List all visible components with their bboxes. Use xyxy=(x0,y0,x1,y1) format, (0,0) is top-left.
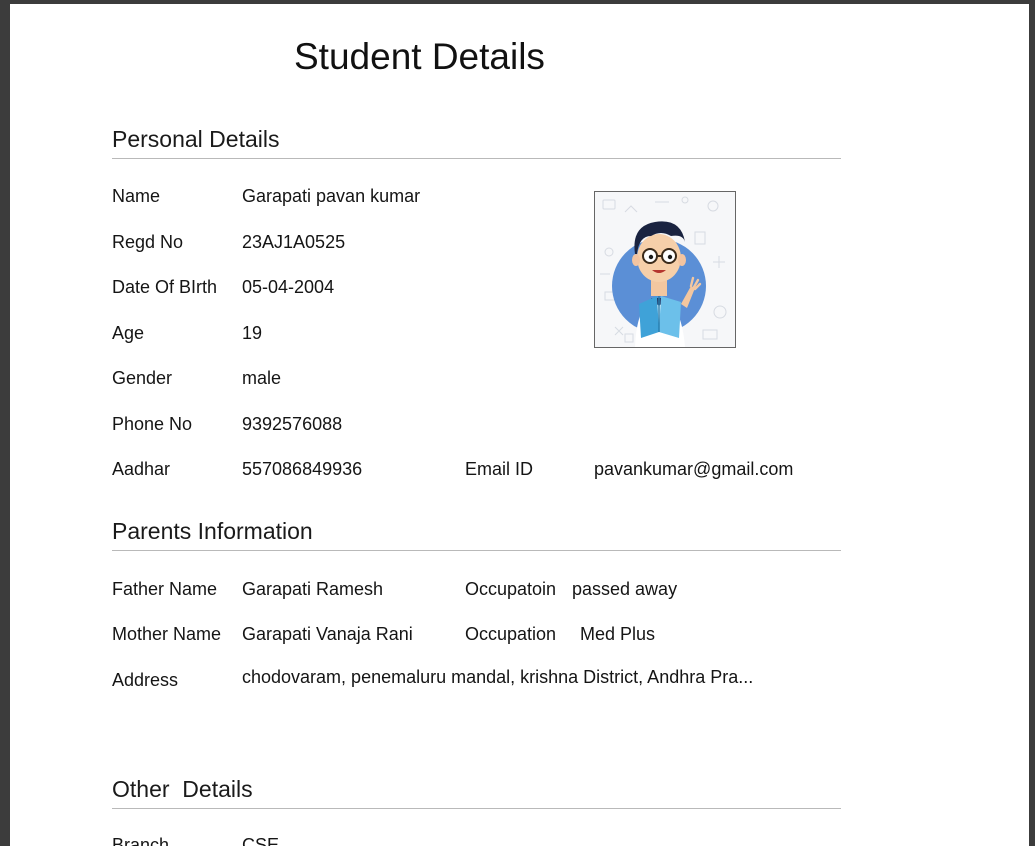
name-label: Name xyxy=(112,186,161,206)
mother-occupation-value: Med Plus xyxy=(580,624,656,644)
gender-value: male xyxy=(242,368,282,388)
father-name-value: Garapati Ramesh xyxy=(242,579,384,599)
dob-label: Date Of BIrth xyxy=(112,277,218,297)
aadhar-value: 557086849936 xyxy=(242,459,363,479)
mother-occupation-label: Occupation xyxy=(465,624,557,644)
parents-information-divider xyxy=(112,550,841,551)
aadhar-label: Aadhar xyxy=(112,459,171,479)
other-details-heading: Other Details xyxy=(112,776,253,802)
student-photo xyxy=(594,191,736,348)
phone-label: Phone No xyxy=(112,414,193,434)
regd-no-label: Regd No xyxy=(112,232,184,252)
father-occupation-label: Occupatoin xyxy=(465,579,557,599)
branch-label: Branch xyxy=(112,835,170,846)
viewer-left-margin xyxy=(0,0,10,846)
name-value: Garapati pavan kumar xyxy=(242,186,421,206)
gender-label: Gender xyxy=(112,368,173,388)
age-value: 19 xyxy=(242,323,263,343)
pdf-viewer-frame: Student Details Personal Details Name Ga… xyxy=(0,0,1035,846)
email-label: Email ID xyxy=(465,459,534,479)
dob-value: 05-04-2004 xyxy=(242,277,335,297)
phone-value: 9392576088 xyxy=(242,414,343,434)
parents-information-heading: Parents Information xyxy=(112,518,313,544)
page-title: Student Details xyxy=(294,36,545,77)
father-name-label: Father Name xyxy=(112,579,218,599)
father-occupation-value: passed away xyxy=(572,579,678,599)
other-details-divider xyxy=(112,808,841,809)
regd-no-value: 23AJ1A0525 xyxy=(242,232,346,252)
address-value: chodovaram, penemaluru mandal, krishna D… xyxy=(242,667,754,687)
mother-name-label: Mother Name xyxy=(112,624,222,644)
personal-details-heading: Personal Details xyxy=(112,126,280,152)
age-label: Age xyxy=(112,323,145,343)
mother-name-value: Garapati Vanaja Rani xyxy=(242,624,413,644)
address-label: Address xyxy=(112,670,179,690)
email-value: pavankumar@gmail.com xyxy=(594,459,794,479)
personal-details-divider xyxy=(112,158,841,159)
student-reading-avatar-icon xyxy=(600,196,727,347)
branch-value: CSE xyxy=(242,835,280,846)
document-page: Student Details Personal Details Name Ga… xyxy=(10,4,1029,846)
